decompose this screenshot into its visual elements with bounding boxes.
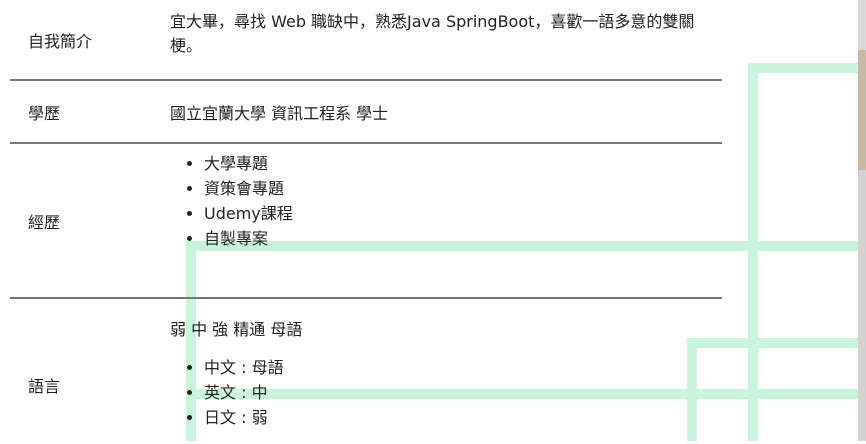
- background-photo-strip: [858, 0, 866, 441]
- profile-table: 自我簡介 宜大畢，尋找 Web 職缺中，熟悉Java SpringBoot，喜歡…: [10, 0, 722, 444]
- list-item: Udemy課程: [204, 201, 710, 226]
- table-row-education: 學歷 國立宜蘭大學 資訊工程系 學士: [10, 80, 722, 144]
- intro-label: 自我簡介: [10, 0, 170, 81]
- list-item: 英文 : 中: [204, 380, 710, 405]
- list-item: 日文 : 弱: [204, 405, 710, 430]
- intro-value: 宜大畢，尋找 Web 職缺中，熟悉Java SpringBoot，喜歡一語多意的…: [170, 11, 695, 55]
- education-label: 學歷: [10, 80, 170, 144]
- languages-label: 語言: [28, 376, 61, 396]
- experience-value-cell: 大學專題 資策會專題 Udemy課程 自製專案: [170, 143, 722, 299]
- list-item: 資策會專題: [204, 176, 710, 201]
- languages-list: 中文 : 母語 英文 : 中 日文 : 弱: [170, 355, 710, 430]
- languages-value-cell: 弱 中 強 精通 母語 中文 : 母語 英文 : 中 日文 : 弱: [170, 298, 722, 444]
- list-item: 中文 : 母語: [204, 355, 710, 380]
- language-levels-legend: 弱 中 強 精通 母語: [170, 319, 303, 339]
- table-row-languages: 語言 弱 中 強 精通 母語 中文 : 母語 英文 : 中 日文 : 弱: [10, 298, 722, 444]
- table-row-intro: 自我簡介 宜大畢，尋找 Web 職缺中，熟悉Java SpringBoot，喜歡…: [10, 0, 722, 81]
- list-item: 大學專題: [204, 151, 710, 176]
- education-value: 國立宜蘭大學 資訊工程系 學士: [170, 80, 722, 144]
- experience-list: 大學專題 資策會專題 Udemy課程 自製專案: [170, 151, 710, 251]
- experience-label: 經歷: [10, 143, 170, 299]
- list-item: 自製專案: [204, 226, 710, 251]
- table-row-experience: 經歷 大學專題 資策會專題 Udemy課程 自製專案: [10, 143, 722, 299]
- intro-value-cell: 宜大畢，尋找 Web 職缺中，熟悉Java SpringBoot，喜歡一語多意的…: [170, 0, 722, 81]
